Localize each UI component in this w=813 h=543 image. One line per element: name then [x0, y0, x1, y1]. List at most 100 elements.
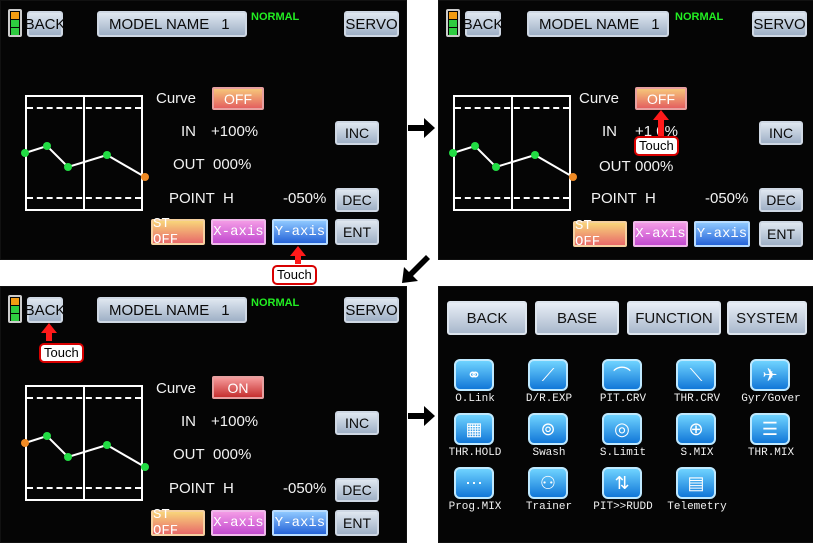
point-label: POINT [169, 480, 215, 497]
menu-item-label: PIT.CRV [599, 393, 647, 405]
program-mix-icon: ⋯ [454, 467, 494, 499]
curve-graph [449, 95, 577, 211]
menu-item-thr-hold[interactable]: ▦ THR.HOLD [445, 413, 505, 459]
point-value: -050% [705, 190, 749, 207]
touch-arrow-icon [41, 323, 57, 333]
menu-item-o-link[interactable]: ⚭ O.Link [445, 359, 505, 405]
x-axis-button[interactable]: X-axis [211, 219, 266, 245]
link-icon: ⚭ [454, 359, 494, 391]
tab-base[interactable]: BASE [535, 301, 619, 335]
x-axis-button[interactable]: X-axis [211, 510, 266, 536]
model-number: 1 [221, 301, 230, 319]
dec-button[interactable]: DEC [335, 188, 379, 212]
curve-icon: ⟋ [528, 359, 568, 391]
curve-label: Curve [579, 90, 620, 107]
tab-function[interactable]: FUNCTION [627, 301, 721, 335]
curve-line [21, 432, 149, 471]
trainer-icon: ⚇ [528, 467, 568, 499]
model-name-button[interactable]: MODEL NAME 1 [97, 297, 247, 323]
y-axis-button[interactable]: Y-axis [272, 510, 328, 536]
point-id: H [645, 190, 656, 207]
in-label: IN [181, 123, 196, 140]
menu-item-trainer[interactable]: ⚇ Trainer [519, 467, 579, 513]
servo-button[interactable]: SERVO [344, 297, 399, 323]
curve-screen-touch-off: BACK MODEL NAME 1 NORMAL SERVO Curve OFF… [438, 0, 813, 260]
menu-item-thr-mix[interactable]: ☰ THR.MIX [741, 413, 801, 459]
inc-button[interactable]: INC [335, 411, 379, 435]
menu-item-label: D/R.EXP [525, 393, 573, 405]
menu-item-s-limit[interactable]: ◎ S.Limit [593, 413, 653, 459]
throttle-mix-icon: ☰ [750, 413, 790, 445]
servo-button[interactable]: SERVO [752, 11, 807, 37]
touch-callout: Touch [634, 136, 679, 156]
menu-item-label: THR.CRV [673, 393, 721, 405]
tab-back[interactable]: BACK [447, 301, 527, 335]
menu-item-pit-rudd[interactable]: ⇅ PIT>>RUDD [593, 467, 653, 513]
back-button[interactable]: BACK [463, 11, 503, 37]
curve-toggle-button[interactable]: OFF [635, 87, 687, 110]
model-name-label: MODEL NAME [109, 15, 210, 33]
y-axis-button[interactable]: Y-axis [694, 221, 750, 247]
gyro-icon: ✈ [750, 359, 790, 391]
y-axis-button[interactable]: Y-axis [272, 219, 328, 245]
curve-screen-on: BACK MODEL NAME 1 NORMAL SERVO Touch Cur… [0, 286, 407, 543]
menu-item-pit-crv[interactable]: ⌒ PIT.CRV [593, 359, 653, 405]
dec-button[interactable]: DEC [759, 188, 803, 212]
menu-item-s-mix[interactable]: ⊕ S.MIX [667, 413, 727, 459]
menu-item-telemetry[interactable]: ▤ Telemetry [667, 467, 727, 513]
dec-button[interactable]: DEC [335, 478, 379, 502]
flight-mode-label: NORMAL [675, 11, 724, 23]
touch-arrow-stem [295, 256, 301, 264]
st-off-button[interactable]: ST OFF [151, 216, 205, 248]
model-name-button[interactable]: MODEL NAME 1 [527, 11, 669, 37]
menu-item-label: THR.MIX [747, 447, 795, 459]
curve-graph [21, 385, 149, 501]
point-label: POINT [591, 190, 637, 207]
out-label: OUT [173, 446, 205, 463]
menu-item-gyr-gover[interactable]: ✈ Gyr/Gover [741, 359, 801, 405]
menu-item-label: PIT>>RUDD [593, 501, 653, 513]
inc-button[interactable]: INC [335, 121, 379, 145]
inc-button[interactable]: INC [759, 121, 803, 145]
menu-item-prog-mix[interactable]: ⋯ Prog.MIX [445, 467, 505, 513]
back-button[interactable]: BACK [25, 11, 65, 37]
x-axis-button[interactable]: X-axis [633, 221, 688, 247]
ent-button[interactable]: ENT [335, 219, 379, 245]
out-label: OUT [173, 156, 205, 173]
curve-toggle-button[interactable]: OFF [212, 87, 264, 110]
model-name-label: MODEL NAME [539, 15, 640, 33]
menu-item-label: S.MIX [680, 447, 714, 459]
st-off-button[interactable]: ST OFF [151, 507, 205, 539]
battery-icon [8, 295, 22, 323]
menu-item-label: Swash [532, 447, 566, 459]
menu-item-d-r-exp[interactable]: ⟋ D/R.EXP [519, 359, 579, 405]
tab-system[interactable]: SYSTEM [727, 301, 807, 335]
out-label: OUT [599, 158, 631, 175]
menu-item-label: O.Link [455, 393, 495, 405]
model-number: 1 [221, 15, 230, 33]
right-arrow-icon [408, 406, 435, 426]
menu-item-label: Trainer [525, 501, 573, 513]
st-off-button[interactable]: ST OFF [573, 218, 627, 250]
in-label: IN [602, 123, 617, 140]
point-id: H [223, 480, 234, 497]
ent-button[interactable]: ENT [335, 510, 379, 536]
servo-button[interactable]: SERVO [344, 11, 399, 37]
point-value: -050% [283, 480, 327, 497]
curve-toggle-button[interactable]: ON [212, 376, 264, 399]
touch-arrow-stem [658, 120, 664, 136]
pitch-rudder-icon: ⇅ [602, 467, 642, 499]
menu-item-swash[interactable]: ⊚ Swash [519, 413, 579, 459]
ent-button[interactable]: ENT [759, 221, 803, 247]
model-name-button[interactable]: MODEL NAME 1 [97, 11, 247, 37]
menu-item-thr-crv[interactable]: ⟍ THR.CRV [667, 359, 727, 405]
out-value: 000% [635, 158, 674, 175]
point-id: H [223, 190, 234, 207]
menu-item-label: Gyr/Gover [741, 393, 801, 405]
curve-graph [21, 95, 149, 211]
in-label: IN [181, 413, 196, 430]
back-button[interactable]: BACK [25, 297, 65, 323]
in-value: +100% [211, 123, 259, 140]
model-number: 1 [651, 15, 660, 33]
curve-line [21, 142, 149, 181]
